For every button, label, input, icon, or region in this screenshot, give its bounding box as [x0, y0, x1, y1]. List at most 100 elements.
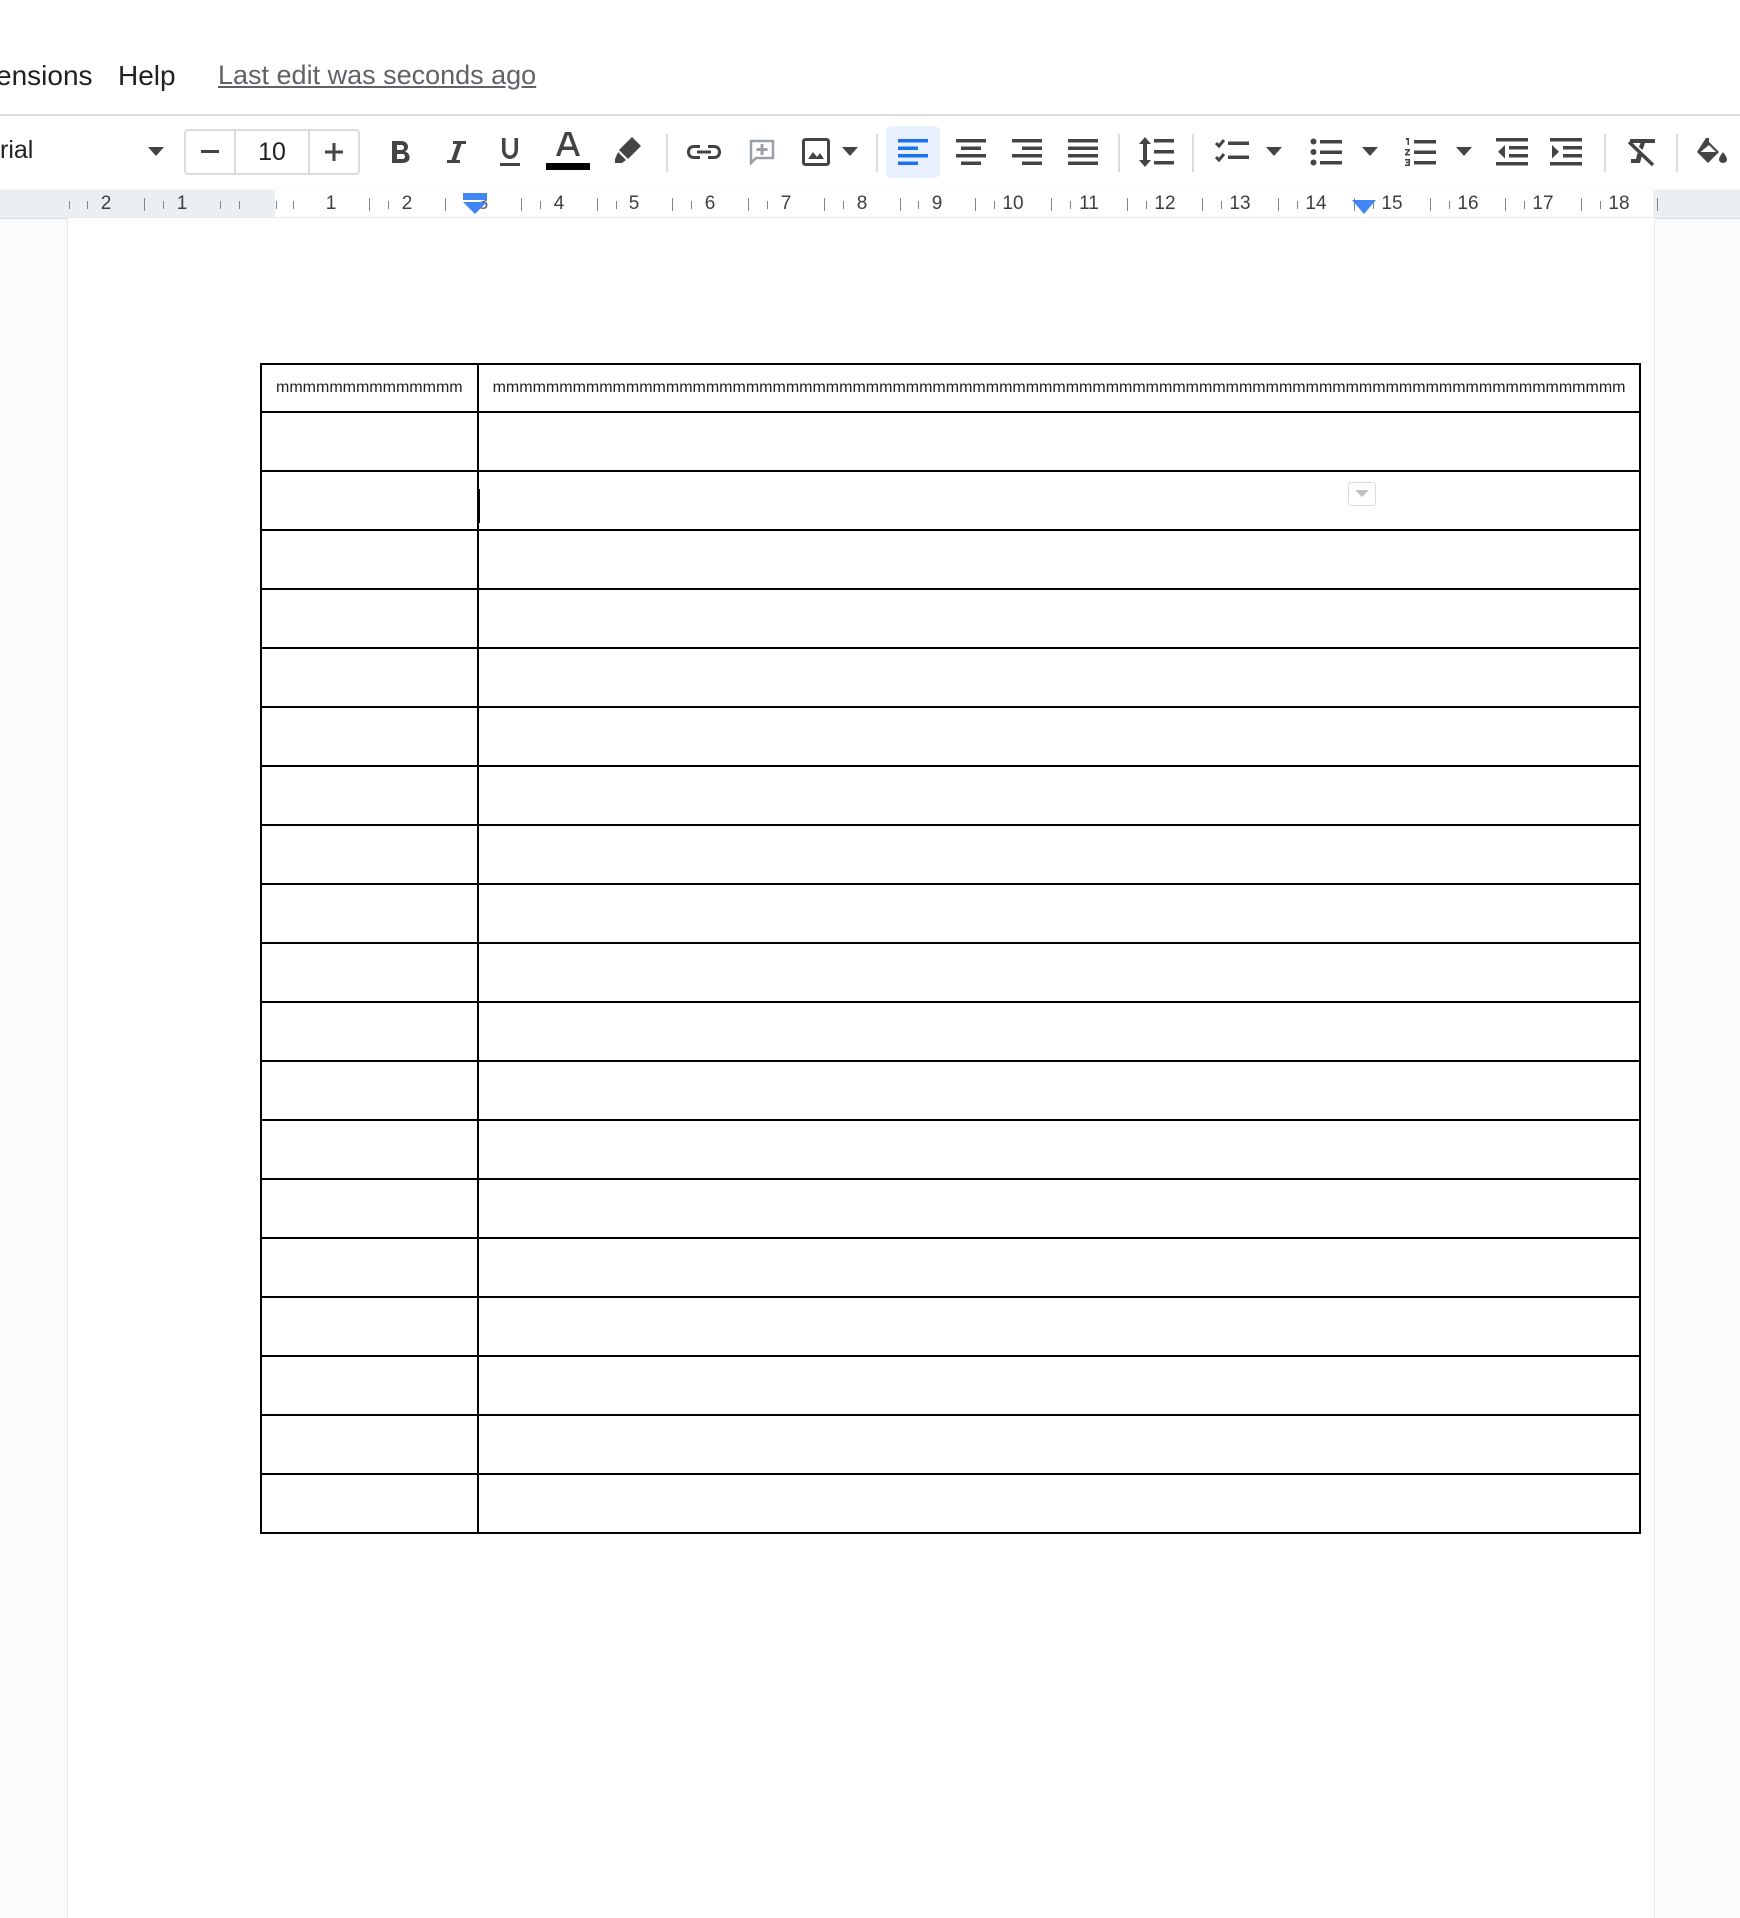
decrease-indent-icon[interactable] [1490, 130, 1534, 174]
last-edit-link[interactable]: Last edit was seconds ago [218, 60, 536, 91]
ruler-tick [1127, 198, 1128, 211]
highlight-icon[interactable] [608, 130, 648, 170]
table-row [260, 883, 1642, 944]
table-cell[interactable] [260, 1414, 479, 1475]
horizontal-ruler[interactable]: 2 1 1 2 3 4 5 6 7 8 9 10 11 12 13 14 15 … [0, 190, 1740, 219]
table-cell[interactable] [260, 647, 479, 708]
table-cell[interactable] [260, 706, 479, 767]
ruler-tick [994, 201, 995, 209]
minus-icon[interactable] [186, 131, 236, 173]
ruler-tick [1202, 198, 1203, 211]
increase-indent-icon[interactable] [1544, 130, 1588, 174]
ruler-tick [369, 198, 370, 211]
paint-bucket-icon[interactable] [1690, 130, 1734, 174]
insert-image-icon[interactable] [796, 132, 836, 172]
table-cell[interactable] [476, 1296, 1642, 1357]
left-indent-marker[interactable] [462, 192, 488, 216]
table-cell[interactable] [260, 1355, 479, 1416]
ruler-tick [388, 201, 389, 209]
ruler-label: 7 [780, 193, 792, 214]
font-family-select[interactable]: rial [0, 136, 33, 165]
table-cell[interactable] [476, 1001, 1642, 1062]
font-size-input[interactable] [236, 131, 308, 173]
table-cell[interactable] [476, 1355, 1642, 1416]
menu-help[interactable]: Help [118, 60, 176, 92]
table-cell[interactable] [476, 647, 1642, 708]
table-cell[interactable] [476, 883, 1642, 944]
table-row [260, 1237, 1642, 1298]
table-cell[interactable] [476, 1060, 1642, 1121]
text-cursor [477, 489, 480, 523]
table-row [260, 1296, 1642, 1357]
plus-icon[interactable] [308, 131, 358, 173]
right-indent-marker[interactable] [1352, 198, 1376, 216]
table-cell[interactable] [260, 588, 479, 649]
numbered-list-icon[interactable] [1398, 130, 1442, 174]
chevron-down-icon[interactable] [1262, 140, 1286, 164]
table-cell[interactable] [476, 1414, 1642, 1475]
link-icon[interactable] [682, 132, 726, 172]
chevron-down-icon[interactable] [1358, 140, 1382, 164]
ruler-label: 14 [1305, 193, 1327, 214]
table-cell[interactable]: mmmmmmmmmmmmmmmmmmmmmmmmmmmmmmmmmmmmmmmm… [476, 363, 1642, 413]
ruler-label: 12 [1154, 193, 1176, 214]
menu-extensions[interactable]: ensions [0, 60, 93, 92]
table-cell[interactable] [476, 588, 1642, 649]
table-cell[interactable] [476, 765, 1642, 826]
table-cell[interactable] [260, 529, 479, 590]
table-cell[interactable]: mmmmmmmmmmmmmm [260, 363, 479, 413]
table-cell[interactable] [476, 411, 1642, 472]
chevron-down-icon[interactable] [1452, 140, 1476, 164]
document-page[interactable]: mmmmmmmmmmmmmm mmmmmmmmmmmmmmmmmmmmmmmmm… [68, 218, 1654, 1918]
table-cell[interactable] [260, 1473, 479, 1534]
chevron-down-icon[interactable] [144, 140, 168, 164]
table-cell[interactable] [260, 1296, 479, 1357]
table-cell[interactable] [476, 1473, 1642, 1534]
ruler-tick [1221, 201, 1222, 209]
clear-formatting-icon[interactable] [1620, 130, 1664, 174]
table-cell[interactable] [476, 529, 1642, 590]
table-cell[interactable] [476, 1237, 1642, 1298]
table-cell[interactable] [260, 470, 479, 531]
align-justify-icon[interactable] [1056, 126, 1110, 178]
ruler-tick [1524, 201, 1525, 209]
table-cell[interactable] [476, 824, 1642, 885]
ruler-tick [975, 198, 976, 211]
table-cell[interactable] [260, 1060, 479, 1121]
line-spacing-icon[interactable] [1134, 130, 1178, 174]
table-cell[interactable] [260, 411, 479, 472]
chevron-down-icon[interactable] [838, 140, 862, 164]
table-cell[interactable] [476, 942, 1642, 1003]
ruler-tick [293, 201, 294, 209]
table-cell[interactable] [260, 1178, 479, 1239]
ruler-tick [239, 201, 240, 209]
checklist-icon[interactable] [1210, 130, 1254, 174]
document-table[interactable]: mmmmmmmmmmmmmm mmmmmmmmmmmmmmmmmmmmmmmmm… [260, 363, 1642, 1534]
text-color-icon[interactable] [546, 128, 590, 176]
align-left-icon[interactable] [886, 126, 940, 178]
cell-menu-chevron-icon[interactable] [1348, 482, 1376, 506]
table-cell[interactable] [476, 706, 1642, 767]
ruler-tick [276, 201, 277, 209]
ruler-label: 5 [628, 193, 640, 214]
table-cell[interactable] [260, 1237, 479, 1298]
table-cell[interactable] [260, 824, 479, 885]
underline-icon[interactable] [490, 130, 530, 174]
align-right-icon[interactable] [1000, 126, 1054, 178]
font-size-control [184, 129, 360, 175]
table-cell[interactable] [260, 942, 479, 1003]
italic-icon[interactable] [436, 132, 476, 172]
align-center-icon[interactable] [944, 126, 998, 178]
table-cell[interactable] [476, 1178, 1642, 1239]
bulleted-list-icon[interactable] [1304, 130, 1348, 174]
table-cell[interactable] [260, 883, 479, 944]
table-cell[interactable] [260, 1001, 479, 1062]
add-comment-icon[interactable] [742, 132, 782, 172]
table-cell[interactable] [260, 765, 479, 826]
table-row [260, 1178, 1642, 1239]
ruler-tick [918, 201, 919, 209]
table-cell[interactable] [260, 1119, 479, 1180]
table-cell[interactable] [476, 1119, 1642, 1180]
bold-icon[interactable] [380, 132, 420, 172]
table-cell[interactable] [476, 470, 1642, 531]
